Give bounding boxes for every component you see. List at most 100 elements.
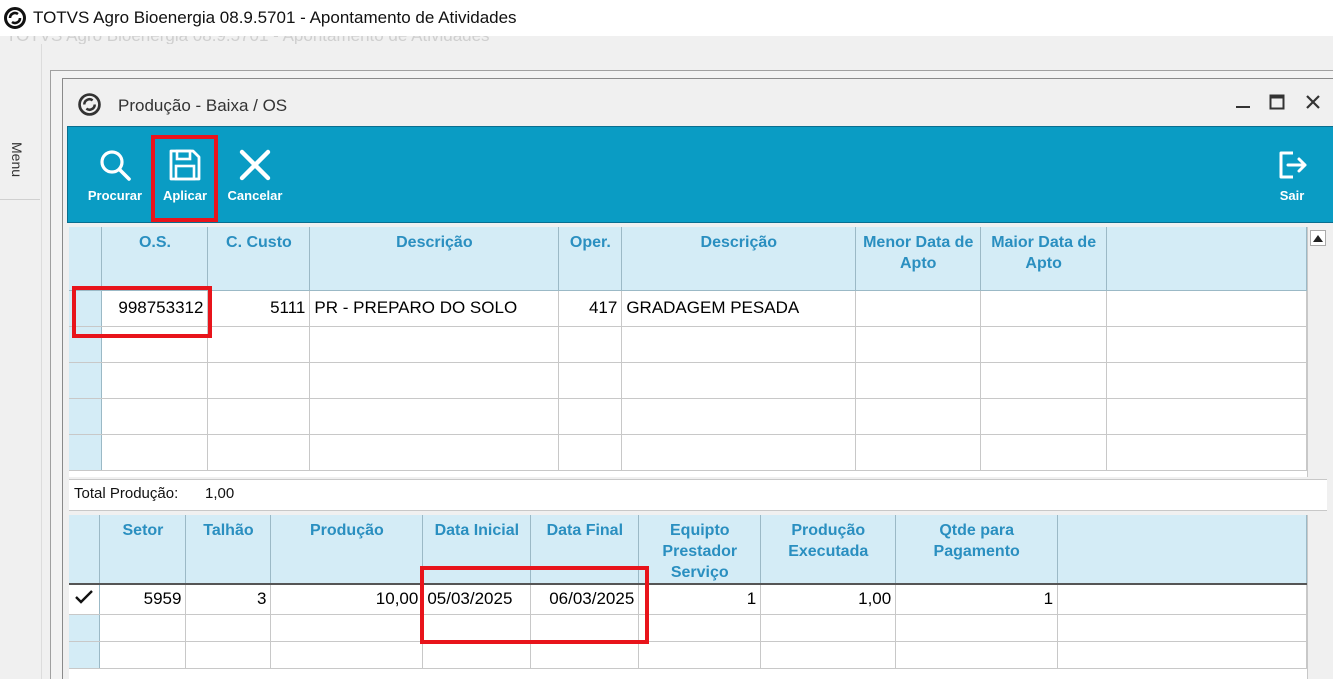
empty-cell[interactable]: [530, 614, 640, 642]
empty-cell[interactable]: [895, 614, 1059, 642]
empty-cell[interactable]: [185, 614, 272, 642]
table-row[interactable]: [69, 398, 1307, 435]
row-indicator[interactable]: [69, 583, 101, 615]
search-button[interactable]: Procurar: [82, 127, 148, 222]
empty-cell[interactable]: [309, 362, 560, 399]
table-row[interactable]: [69, 434, 1307, 471]
empty-cell[interactable]: [855, 434, 982, 471]
cell-data-final[interactable]: 06/03/2025: [530, 583, 640, 615]
cell-setor[interactable]: 5959: [99, 583, 187, 615]
cell-os[interactable]: 998753312: [101, 290, 209, 327]
cell-qtde-pagamento[interactable]: 1: [895, 583, 1059, 615]
empty-cell[interactable]: [621, 326, 857, 363]
column-header-oper[interactable]: Oper.: [558, 227, 623, 291]
column-header-menor-data[interactable]: Menor Data de Apto: [855, 227, 982, 291]
column-header-data-final[interactable]: Data Final: [530, 515, 640, 585]
column-header-custo[interactable]: C. Custo: [207, 227, 311, 291]
cell-oper[interactable]: 417: [558, 290, 623, 327]
column-header-descricao[interactable]: Descrição: [309, 227, 560, 291]
row-indicator[interactable]: [69, 326, 103, 363]
cell-descricao[interactable]: PR - PREPARO DO SOLO: [309, 290, 560, 327]
empty-cell[interactable]: [895, 641, 1059, 669]
empty-cell[interactable]: [621, 434, 857, 471]
table-row[interactable]: [69, 641, 1307, 669]
empty-cell[interactable]: [980, 434, 1108, 471]
row-indicator[interactable]: [69, 362, 103, 399]
empty-cell[interactable]: [101, 398, 209, 435]
empty-cell[interactable]: [980, 326, 1108, 363]
cell-menor-data[interactable]: [855, 290, 982, 327]
empty-cell[interactable]: [558, 434, 623, 471]
apply-button[interactable]: Aplicar: [154, 127, 216, 222]
column-header-setor[interactable]: Setor: [99, 515, 187, 585]
column-header-maior-data[interactable]: Maior Data de Apto: [980, 227, 1108, 291]
cancel-button[interactable]: Cancelar: [222, 127, 288, 222]
column-header-talhao[interactable]: Talhão: [185, 515, 272, 585]
column-header-os[interactable]: O.S.: [101, 227, 209, 291]
empty-cell[interactable]: [558, 398, 623, 435]
empty-cell[interactable]: [309, 434, 560, 471]
cell-equipto[interactable]: 1: [638, 583, 762, 615]
scroll-up-button[interactable]: [1310, 230, 1326, 246]
table-row[interactable]: [69, 326, 1307, 363]
empty-cell[interactable]: [638, 641, 762, 669]
empty-cell[interactable]: [309, 398, 560, 435]
table-row[interactable]: 5959 3 10,00 05/03/2025 06/03/2025 1 1,0…: [69, 583, 1307, 615]
column-header-producao-executada[interactable]: Produção Executada: [760, 515, 897, 585]
cell-data-inicial[interactable]: 05/03/2025: [422, 583, 532, 615]
empty-cell[interactable]: [101, 362, 209, 399]
cell-producao[interactable]: 10,00: [270, 583, 424, 615]
column-header-descricao-oper[interactable]: Descrição: [621, 227, 857, 291]
minimize-button[interactable]: [1231, 90, 1255, 114]
row-indicator[interactable]: [69, 398, 103, 435]
empty-cell[interactable]: [855, 326, 982, 363]
close-button[interactable]: [1301, 90, 1325, 114]
column-header-producao[interactable]: Produção: [270, 515, 424, 585]
empty-cell[interactable]: [207, 362, 311, 399]
empty-cell[interactable]: [980, 398, 1108, 435]
empty-cell[interactable]: [558, 362, 623, 399]
empty-cell[interactable]: [99, 641, 187, 669]
table-row[interactable]: [69, 614, 1307, 642]
producao-grid-scrollbar[interactable]: [1307, 515, 1327, 679]
row-indicator[interactable]: [69, 290, 103, 327]
empty-cell[interactable]: [760, 641, 897, 669]
row-indicator[interactable]: [69, 614, 101, 642]
os-grid-scrollbar[interactable]: [1307, 227, 1327, 477]
exit-button[interactable]: Sair: [1268, 127, 1316, 222]
cell-talhao[interactable]: 3: [185, 583, 272, 615]
empty-cell[interactable]: [638, 614, 762, 642]
empty-cell[interactable]: [270, 614, 424, 642]
row-indicator[interactable]: [69, 641, 101, 669]
empty-cell[interactable]: [855, 362, 982, 399]
column-header-data-inicial[interactable]: Data Inicial: [422, 515, 532, 585]
empty-cell[interactable]: [207, 434, 311, 471]
empty-cell[interactable]: [207, 398, 311, 435]
column-header-qtde-pagamento[interactable]: Qtde para Pagamento: [895, 515, 1059, 585]
cell-custo[interactable]: 5111: [207, 290, 311, 327]
empty-cell[interactable]: [185, 641, 272, 669]
empty-cell[interactable]: [99, 614, 187, 642]
empty-cell[interactable]: [621, 398, 857, 435]
empty-cell[interactable]: [422, 614, 532, 642]
empty-cell[interactable]: [558, 326, 623, 363]
empty-cell[interactable]: [101, 434, 209, 471]
empty-cell[interactable]: [101, 326, 209, 363]
cell-producao-executada[interactable]: 1,00: [760, 583, 897, 615]
maximize-button[interactable]: [1265, 90, 1289, 114]
menu-tab[interactable]: Menu: [0, 92, 40, 200]
cell-descricao-oper[interactable]: GRADAGEM PESADA: [621, 290, 857, 327]
empty-cell[interactable]: [855, 398, 982, 435]
cell-maior-data[interactable]: [980, 290, 1108, 327]
row-indicator[interactable]: [69, 434, 103, 471]
empty-cell[interactable]: [760, 614, 897, 642]
empty-cell[interactable]: [270, 641, 424, 669]
empty-cell[interactable]: [309, 326, 560, 363]
empty-cell[interactable]: [207, 326, 311, 363]
empty-cell[interactable]: [621, 362, 857, 399]
table-row[interactable]: [69, 362, 1307, 399]
empty-cell[interactable]: [980, 362, 1108, 399]
column-header-equipto[interactable]: Equipto Prestador Serviço: [638, 515, 762, 585]
empty-cell[interactable]: [422, 641, 532, 669]
empty-cell[interactable]: [530, 641, 640, 669]
